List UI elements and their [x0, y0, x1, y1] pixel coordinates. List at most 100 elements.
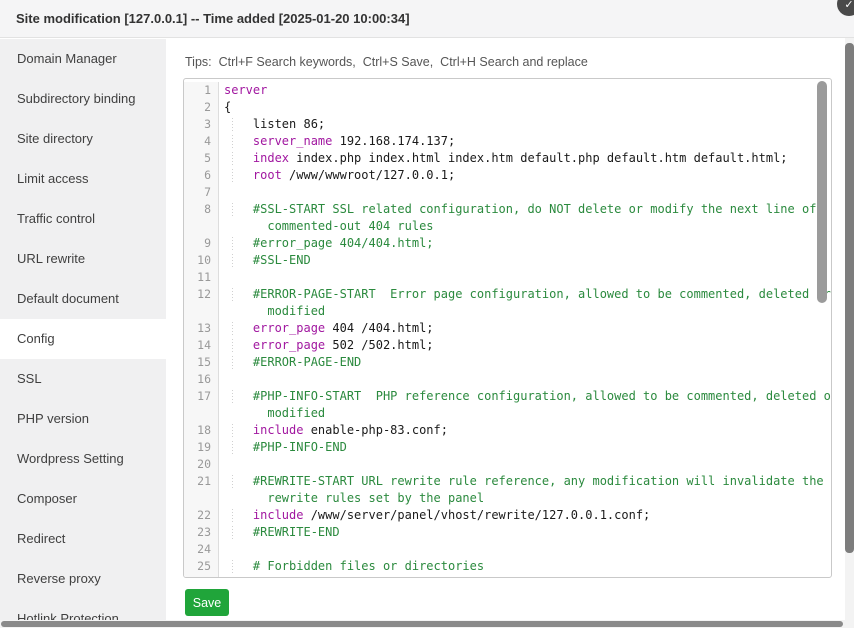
code-line: 17 #PHP-INFO-START PHP reference configu…	[184, 388, 831, 405]
code-line: 8 #SSL-START SSL related configuration, …	[184, 201, 831, 218]
title-bar: Site modification [127.0.0.1] -- Time ad…	[0, 0, 854, 38]
sidebar-item-site-directory[interactable]: Site directory	[0, 119, 166, 159]
code-line: 14 error_page 502 /502.html;	[184, 337, 831, 354]
line-number: 14	[184, 337, 219, 354]
code-text: #ERROR-PAGE-START Error page configurati…	[219, 286, 831, 303]
code-text: server	[224, 83, 268, 97]
code-line: 26 location ~ ^/(\.user.ini|\.htaccess|\…	[184, 575, 831, 577]
sidebar-item-domain-manager[interactable]: Domain Manager	[0, 39, 166, 79]
code-text: include /www/server/panel/vhost/rewrite/…	[219, 507, 831, 524]
code-text: # Forbidden files or directories	[219, 558, 831, 575]
sidebar-item-limit-access[interactable]: Limit access	[0, 159, 166, 199]
line-number: 4	[184, 133, 219, 150]
code-line: commented-out 404 rules	[184, 218, 831, 235]
sidebar-item-reverse-proxy[interactable]: Reverse proxy	[0, 559, 166, 599]
code-line: 4 server_name 192.168.174.137;	[184, 133, 831, 150]
code-text: {	[224, 100, 232, 114]
code-text: commented-out 404 rules	[267, 219, 434, 233]
page-horizontal-scrollbar-thumb[interactable]	[1, 621, 843, 627]
config-editor[interactable]: 1 server 2{3 listen 86; 4 server_name 192.1…	[183, 78, 832, 578]
code-line: 19 #PHP-INFO-END	[184, 439, 831, 456]
code-text: #SSL-START SSL related configuration, do…	[219, 201, 831, 218]
line-number: 24	[184, 541, 219, 558]
sidebar-item-subdirectory-binding[interactable]: Subdirectory binding	[0, 79, 166, 119]
line-number: 6	[184, 167, 219, 184]
code-text: index index.php index.html index.htm def…	[219, 150, 831, 167]
code-line: 23 #REWRITE-END	[184, 524, 831, 541]
code-line: 2{	[184, 99, 831, 116]
code-text: error_page 502 /502.html;	[219, 337, 831, 354]
line-number: 21	[184, 473, 219, 490]
sidebar-item-php-version[interactable]: PHP version	[0, 399, 166, 439]
line-number: 7	[184, 184, 219, 201]
sidebar-item-ssl[interactable]: SSL	[0, 359, 166, 399]
code-line: 15 #ERROR-PAGE-END	[184, 354, 831, 371]
line-number: 5	[184, 150, 219, 167]
sidebar-item-url-rewrite[interactable]: URL rewrite	[0, 239, 166, 279]
code-text: location ~ ^/(\.user.ini|\.htaccess|\.gi…	[219, 575, 831, 577]
sidebar-item-wordpress-setting[interactable]: Wordpress Setting	[0, 439, 166, 479]
sidebar-item-traffic-control[interactable]: Traffic control	[0, 199, 166, 239]
code-line: 22 include /www/server/panel/vhost/rewri…	[184, 507, 831, 524]
corner-check-icon[interactable]: ✓	[837, 0, 854, 16]
page-vertical-scrollbar-thumb[interactable]	[845, 43, 854, 553]
line-number: 3	[184, 116, 219, 133]
line-number	[184, 405, 219, 422]
code-text: include enable-php-83.conf;	[219, 422, 831, 439]
code-line: 6 root /www/wwwroot/127.0.0.1;	[184, 167, 831, 184]
line-number: 19	[184, 439, 219, 456]
code-line: 24	[184, 541, 831, 558]
code-line: 18 include enable-php-83.conf;	[184, 422, 831, 439]
line-number: 26	[184, 575, 219, 577]
code-line: 5 index index.php index.html index.htm d…	[184, 150, 831, 167]
code-line: rewrite rules set by the panel	[184, 490, 831, 507]
code-text: listen 86;	[219, 116, 831, 133]
line-number	[184, 303, 219, 320]
code-line: 25 # Forbidden files or directories	[184, 558, 831, 575]
line-number: 20	[184, 456, 219, 473]
sidebar: Domain Manager Subdirectory binding Site d…	[0, 39, 166, 628]
line-number: 17	[184, 388, 219, 405]
line-number: 23	[184, 524, 219, 541]
code-line: 13 error_page 404 /404.html;	[184, 320, 831, 337]
code-line: modified	[184, 303, 831, 320]
code-text: #error_page 404/404.html;	[219, 235, 831, 252]
code-line: 21 #REWRITE-START URL rewrite rule refer…	[184, 473, 831, 490]
code-line: 10 #SSL-END	[184, 252, 831, 269]
code-text: modified	[267, 406, 326, 420]
save-button[interactable]: Save	[185, 589, 229, 616]
line-number: 8	[184, 201, 219, 218]
line-number: 13	[184, 320, 219, 337]
code-text: rewrite rules set by the panel	[267, 491, 485, 505]
line-number: 1	[184, 82, 219, 99]
page-horizontal-scrollbar[interactable]	[0, 620, 854, 628]
tips-text: Tips: Ctrl+F Search keywords, Ctrl+S Sav…	[185, 55, 588, 69]
code-text: root /www/wwwroot/127.0.0.1;	[219, 167, 831, 184]
line-number: 22	[184, 507, 219, 524]
code-line: 11	[184, 269, 831, 286]
sidebar-item-default-document[interactable]: Default document	[0, 279, 166, 319]
code-line: 1 server	[184, 82, 831, 99]
line-number: 15	[184, 354, 219, 371]
code-line: 9 #error_page 404/404.html;	[184, 235, 831, 252]
code-line: modified	[184, 405, 831, 422]
sidebar-item-redirect[interactable]: Redirect	[0, 519, 166, 559]
editor-scrollbar-thumb[interactable]	[817, 81, 827, 303]
code-text: #ERROR-PAGE-END	[219, 354, 831, 371]
line-number	[184, 218, 219, 235]
code-text: modified	[267, 304, 326, 318]
sidebar-item-config[interactable]: Config	[0, 319, 166, 359]
line-number: 2	[184, 99, 219, 116]
code-line: 3 listen 86;	[184, 116, 831, 133]
line-number: 10	[184, 252, 219, 269]
sidebar-item-composer[interactable]: Composer	[0, 479, 166, 519]
code-line: 7	[184, 184, 831, 201]
line-number: 9	[184, 235, 219, 252]
line-number: 25	[184, 558, 219, 575]
code-text: #REWRITE-START URL rewrite rule referenc…	[219, 473, 831, 490]
page-vertical-scrollbar[interactable]	[845, 38, 854, 628]
